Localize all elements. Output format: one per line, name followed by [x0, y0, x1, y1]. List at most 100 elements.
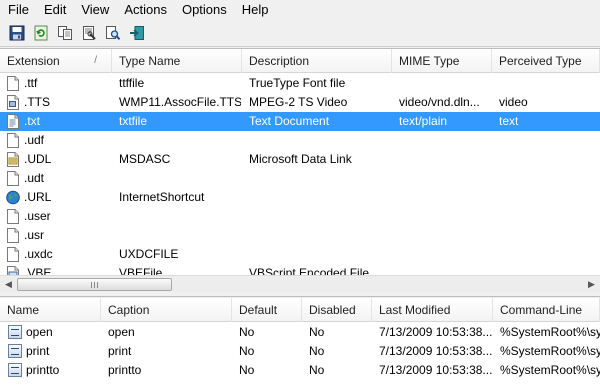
cell-type-name: txtfile: [119, 114, 148, 128]
blank-file-icon: [6, 228, 20, 243]
cell-perceived-type: [499, 131, 599, 150]
table-row[interactable]: printto printto No No 7/13/2009 10:53:38...%…: [0, 361, 600, 380]
cell-description: VBScript Encoded File: [249, 266, 370, 275]
table-row[interactable]: .uxdc UXDCFILE: [0, 245, 600, 264]
scroll-left-icon[interactable]: ◀: [0, 276, 17, 293]
find-button[interactable]: [103, 23, 123, 43]
cell-mime-type: [399, 245, 491, 264]
column-header-extension[interactable]: Extension /: [0, 49, 112, 73]
exit-button[interactable]: [127, 23, 147, 43]
cell-default: No: [239, 363, 255, 377]
cell-caption: print: [108, 344, 132, 358]
cell-mime-type: [399, 264, 491, 275]
cell-mime-type: video/vnd.dln...: [399, 95, 480, 109]
cell-extension: .udt: [24, 171, 45, 185]
properties-button[interactable]: [79, 23, 99, 43]
cell-extension: .TTS: [24, 95, 50, 109]
table-row[interactable]: .udt: [0, 169, 600, 188]
menu-options[interactable]: Options: [174, 0, 234, 20]
cell-description: Microsoft Data Link: [249, 152, 352, 166]
table-row[interactable]: .VBE VBEFile VBScript Encoded File: [0, 264, 600, 275]
cell-perceived-type: [499, 169, 599, 188]
cell-extension: .txt: [24, 114, 41, 128]
pane-splitter[interactable]: [0, 292, 600, 297]
refresh-button[interactable]: [31, 23, 51, 43]
table-row[interactable]: .txt txtfile Text Document text/plain text: [0, 112, 600, 131]
cell-caption: printto: [108, 363, 142, 377]
text-file-icon: [6, 114, 20, 129]
column-header-last-modified[interactable]: Last Modified: [372, 298, 493, 322]
cell-extension: .usr: [24, 228, 45, 242]
table-row[interactable]: print print No No 7/13/2009 10:53:38... %Syst…: [0, 342, 600, 361]
blank-file-icon: [6, 209, 20, 224]
globe-icon: [6, 190, 20, 205]
cell-type-name: WMP11.AssocFile.TTS: [119, 95, 241, 109]
menu-help[interactable]: Help: [234, 0, 276, 20]
menu-bar: File Edit View Actions Options Help: [0, 0, 600, 20]
cell-last-modified: 7/13/2009 10:53:38...: [379, 344, 492, 358]
cell-extension: .URL: [24, 190, 52, 204]
column-header-name[interactable]: Name: [0, 298, 101, 322]
copy-button[interactable]: [55, 23, 75, 43]
table-row[interactable]: .user: [0, 207, 600, 226]
cell-command-line: %SystemRoot%\sys: [500, 325, 600, 339]
scroll-right-icon[interactable]: ▶: [583, 276, 600, 293]
cell-perceived-type: [499, 245, 599, 264]
column-header-type-name[interactable]: Type Name: [112, 49, 242, 73]
cell-type-name: [119, 207, 241, 226]
save-button[interactable]: [7, 23, 27, 43]
scrollbar-thumb[interactable]: [17, 278, 172, 291]
menu-actions[interactable]: Actions: [116, 0, 174, 20]
cell-type-name: [119, 226, 241, 245]
cell-name: print: [26, 344, 50, 358]
blank-file-icon: [6, 76, 20, 91]
cell-last-modified: 7/13/2009 10:53:38...: [379, 325, 492, 339]
column-label: Extension: [7, 54, 60, 68]
blank-file-icon: [6, 247, 20, 262]
cell-extension: .UDL: [24, 152, 52, 166]
cell-description: [249, 226, 391, 245]
grip-icon: [91, 282, 99, 288]
cell-perceived-type: video: [499, 95, 528, 109]
column-header-perceived-type[interactable]: Perceived Type: [492, 49, 600, 73]
table-row[interactable]: .TTS WMP11.AssocFile.TTS MPEG-2 TS Video vi…: [0, 93, 600, 112]
table-row[interactable]: open open No No 7/13/2009 10:53:38... %System…: [0, 323, 600, 342]
cell-type-name: [119, 169, 241, 188]
extensions-list[interactable]: Extension / Type Name Description MIME T…: [0, 48, 600, 275]
column-header-mime-type[interactable]: MIME Type: [392, 49, 492, 73]
cell-type-name: UXDCFILE: [119, 247, 179, 261]
cell-description: Text Document: [249, 114, 330, 128]
cell-perceived-type: [499, 226, 599, 245]
menu-edit[interactable]: Edit: [36, 0, 73, 20]
table-row[interactable]: .UDL MSDASC Microsoft Data Link: [0, 150, 600, 169]
save-icon: [9, 25, 25, 41]
horizontal-scrollbar[interactable]: ◀ ▶: [0, 275, 600, 292]
exit-icon: [130, 26, 144, 40]
toolbar: [0, 20, 600, 47]
script-file-icon: [6, 266, 20, 275]
menu-view[interactable]: View: [73, 0, 116, 20]
cell-description: TrueType Font file: [249, 76, 346, 90]
menu-file[interactable]: File: [0, 0, 36, 20]
table-row[interactable]: .ttf ttffile TrueType Font file: [0, 74, 600, 93]
sort-indicator-icon: /: [94, 55, 97, 66]
cell-mime-type: [399, 74, 491, 93]
table-row[interactable]: .udf: [0, 131, 600, 150]
blank-file-icon: [6, 133, 20, 148]
column-header-disabled[interactable]: Disabled: [302, 298, 372, 322]
copy-icon: [58, 26, 72, 40]
column-header-default[interactable]: Default: [232, 298, 302, 322]
cell-mime-type: text/plain: [399, 114, 448, 128]
column-header-description[interactable]: Description: [242, 49, 392, 73]
cell-default: No: [239, 344, 255, 358]
column-header-caption[interactable]: Caption: [101, 298, 232, 322]
column-header-command-line[interactable]: Command-Line: [493, 298, 600, 322]
cell-perceived-type: text: [499, 114, 519, 128]
cell-default: No: [239, 325, 255, 339]
cell-extension: .uxdc: [24, 247, 53, 261]
actions-list[interactable]: Name Caption Default Disabled Last Modif…: [0, 298, 600, 388]
table-row[interactable]: .URL InternetShortcut: [0, 188, 600, 207]
cell-extension: .ttf: [24, 76, 38, 90]
table-row[interactable]: .usr: [0, 226, 600, 245]
cell-last-modified: 7/13/2009 10:53:38...: [379, 363, 492, 377]
